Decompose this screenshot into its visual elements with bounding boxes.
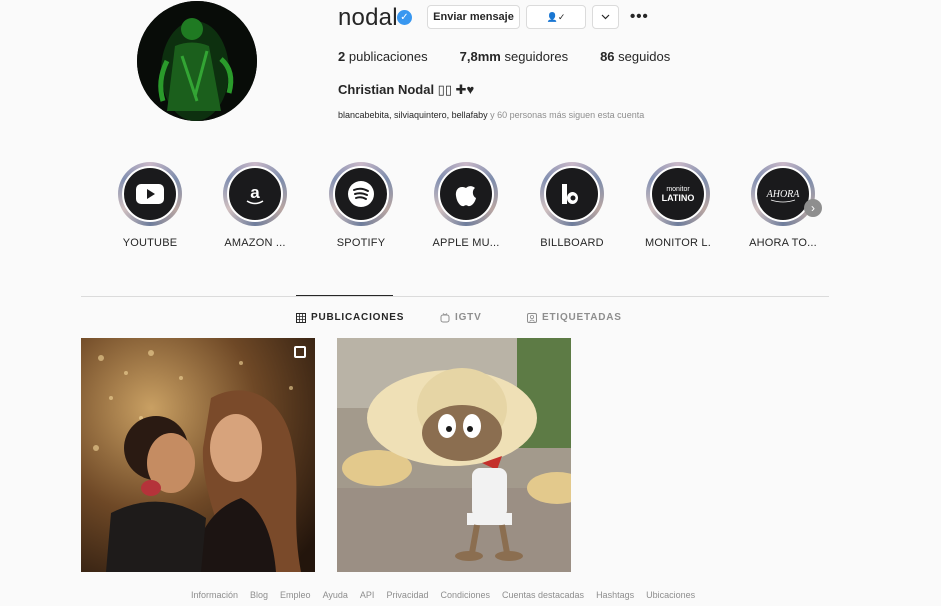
highlight-youtube[interactable]: YOUTUBE [114,162,186,249]
following-count: 86 [600,49,615,64]
followers-count: 7,8mm [459,49,501,64]
footer-link[interactable]: Condiciones [440,590,490,600]
tab-etiquetadas[interactable]: ETIQUETADAS [527,312,622,323]
footer-link[interactable]: Ubicaciones [646,590,695,600]
more-options-icon[interactable]: ••• [630,8,649,25]
posts-stat: 2 publicaciones [338,49,428,64]
tab-igtv[interactable]: IGTV [440,312,482,323]
highlight-label: YOUTUBE [122,237,178,249]
profile-username: nodal [338,4,398,31]
tabs-divider [81,296,829,297]
highlight-label: AMAZON ... [224,237,286,249]
footer-link[interactable]: Privacidad [386,590,428,600]
tagged-icon [527,312,537,323]
footer-link[interactable]: Información [191,590,238,600]
highlight-label: MONITOR L. [645,237,711,249]
following-label: seguidos [618,49,671,64]
ahora-icon: AHORA [766,189,801,203]
highlight-label: BILLBOARD [540,237,604,249]
apple-icon [455,182,476,207]
post-image-couple [81,338,315,572]
highlight-apple-music[interactable]: APPLE MU... [430,162,502,249]
chevron-right-icon: › [811,201,815,215]
highlight-label: APPLE MU... [432,237,500,249]
monitor-latino-icon: monitorLATINO [662,186,695,203]
highlight-label: AHORA TO... [749,237,817,249]
send-message-button[interactable]: Enviar mensaje [427,5,520,29]
following-button[interactable]: 👤✓ [526,5,586,29]
tab-label: ETIQUETADAS [542,312,622,323]
tab-label: PUBLICACIONES [311,312,405,323]
profile-avatar[interactable] [137,1,257,121]
chevron-down-icon [601,14,610,20]
suggestions-chevron-button[interactable] [592,5,619,29]
post-thumbnail[interactable] [81,338,315,572]
svg-text:a: a [250,183,260,202]
svg-text:monitor: monitor [666,186,690,193]
tab-label: IGTV [455,312,482,323]
post-thumbnail[interactable] [337,338,571,572]
multiple-photos-icon [294,346,306,358]
highlight-monitor-latino[interactable]: monitor LATINO MONITOR L. [642,162,714,249]
highlight-label: SPOTIFY [336,237,386,249]
verified-badge-icon: ✓ [397,10,412,25]
profile-stats: 2 publicaciones 7,8mm seguidores 86 segu… [338,49,670,64]
footer-link[interactable]: Cuentas destacadas [502,590,584,600]
active-tab-indicator [296,295,393,296]
amazon-icon: a [246,183,264,205]
followed-by-names[interactable]: blancabebita, silviaquintero, bellafaby [338,110,488,120]
following-stat[interactable]: 86 seguidos [600,49,670,64]
svg-text:LATINO: LATINO [662,193,695,203]
footer-link[interactable]: Blog [250,590,268,600]
post-image-cartoon [337,338,571,572]
footer-link[interactable]: Empleo [280,590,311,600]
highlights-next-button[interactable]: › [804,199,822,217]
spotify-icon [348,181,374,207]
footer-link[interactable]: API [360,590,375,600]
svg-text:AHORA: AHORA [766,189,801,200]
followers-stat[interactable]: 7,8mm seguidores [460,49,568,64]
followed-by-text[interactable]: blancabebita, silviaquintero, bellafaby … [338,110,644,120]
profile-full-name: Christian Nodal ▯▯ ✚♥ [338,82,475,97]
footer-link[interactable]: Ayuda [323,590,348,600]
posts-label: publicaciones [348,49,428,64]
footer-links: Información Blog Empleo Ayuda API Privac… [191,590,695,600]
posts-count: 2 [338,49,346,64]
tab-publicaciones[interactable]: PUBLICACIONES [296,312,404,323]
youtube-icon [136,184,164,204]
followers-label: seguidores [504,49,569,64]
footer-link[interactable]: Hashtags [596,590,634,600]
followed-by-more: y 60 personas más siguen esta cuenta [487,110,645,120]
billboard-icon [562,184,578,204]
igtv-icon [440,312,450,322]
highlight-amazon[interactable]: a AMAZON ... [219,162,291,249]
grid-icon [296,312,306,323]
highlight-billboard[interactable]: BILLBOARD [536,162,608,249]
highlight-spotify[interactable]: SPOTIFY [325,162,397,249]
